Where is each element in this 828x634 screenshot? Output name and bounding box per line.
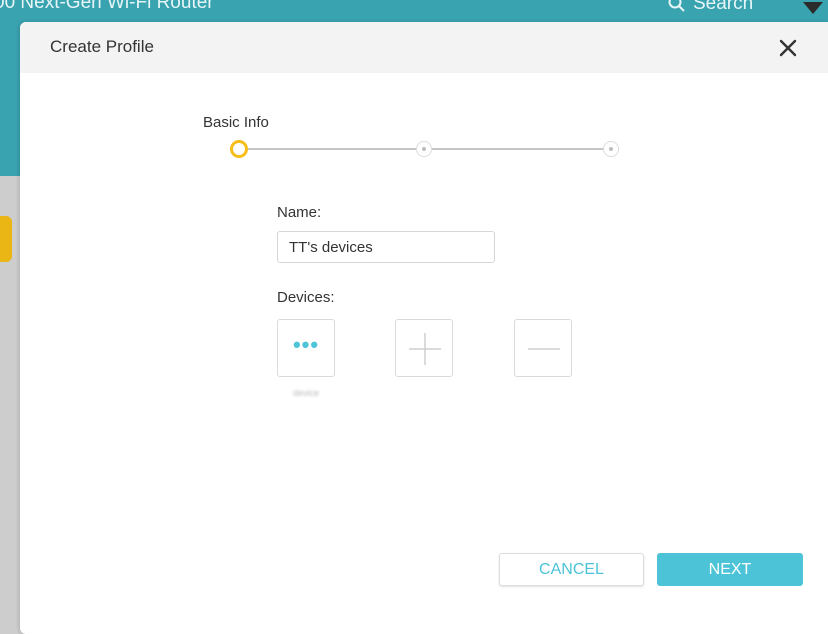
search-label: Search bbox=[693, 0, 754, 14]
search-button[interactable]: Search bbox=[668, 0, 753, 15]
step-label-basic-info: Basic Info bbox=[203, 114, 269, 131]
dialog-title: Create Profile bbox=[50, 37, 154, 56]
name-input[interactable] bbox=[277, 231, 495, 263]
more-dots-icon: ••• bbox=[292, 332, 320, 357]
app-title: 00 Next-Gen Wi-Fi Router bbox=[0, 0, 214, 13]
name-label: Name: bbox=[277, 204, 322, 221]
remove-device-button[interactable] bbox=[514, 319, 572, 377]
devices-label: Devices: bbox=[277, 289, 335, 306]
menu-caret-icon[interactable] bbox=[803, 2, 823, 14]
next-button[interactable]: NEXT bbox=[657, 553, 803, 586]
close-button[interactable] bbox=[776, 36, 800, 60]
dialog-header: Create Profile bbox=[20, 22, 828, 73]
device-caption: device bbox=[292, 388, 319, 398]
device-tile[interactable]: ••• bbox=[277, 319, 335, 377]
step-indicator-2 bbox=[416, 141, 432, 157]
create-profile-dialog: Create Profile Basic Info Name: Devices:… bbox=[20, 22, 828, 634]
search-icon bbox=[668, 0, 686, 13]
plus-icon bbox=[409, 333, 441, 365]
app-sidebar-accent bbox=[0, 216, 12, 262]
minus-icon bbox=[528, 348, 560, 350]
close-icon bbox=[779, 39, 797, 57]
step-indicator-active bbox=[230, 140, 248, 158]
cancel-button[interactable]: CANCEL bbox=[499, 553, 644, 586]
step-indicator-3 bbox=[603, 141, 619, 157]
add-device-button[interactable] bbox=[395, 319, 453, 377]
